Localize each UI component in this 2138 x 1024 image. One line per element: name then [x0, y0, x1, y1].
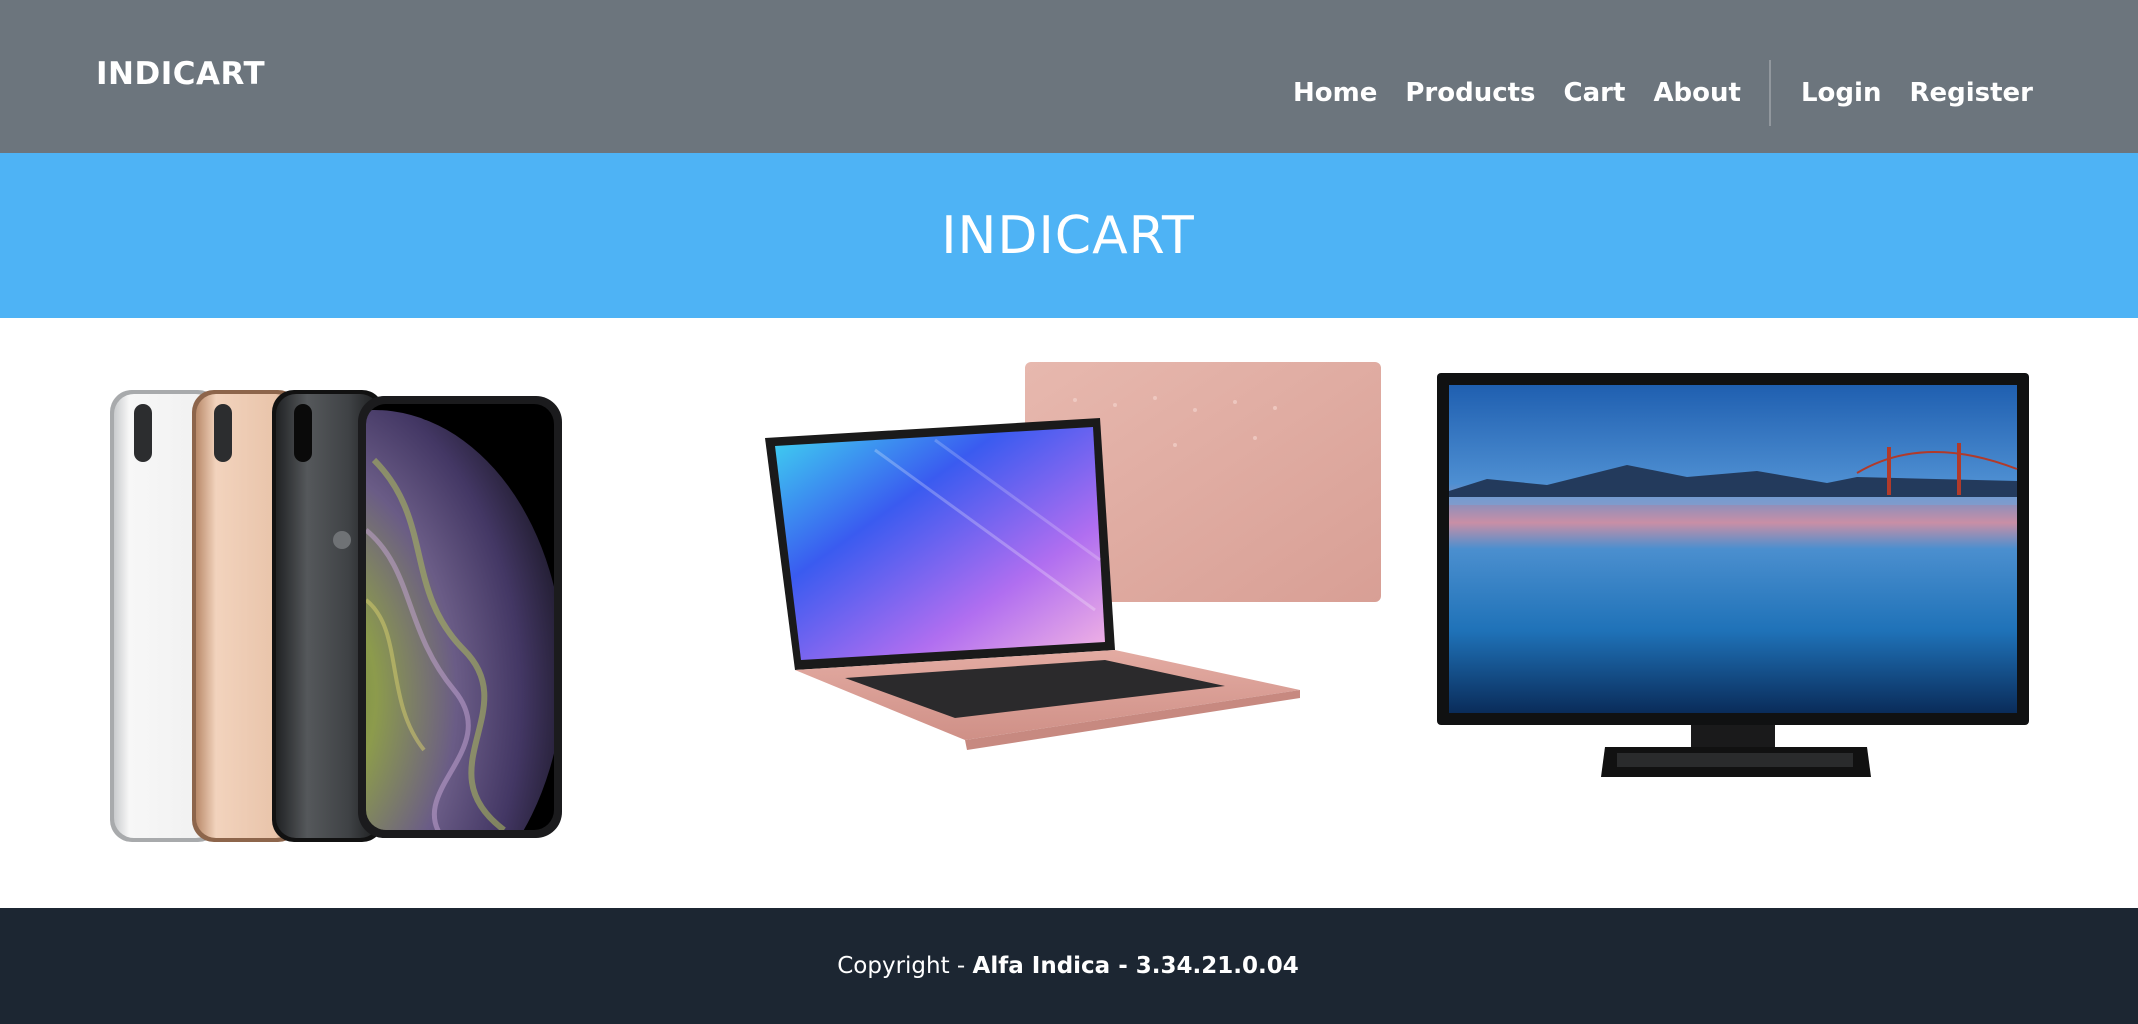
hero-title: INDICART: [941, 205, 1195, 266]
navbar-brand[interactable]: INDICART: [96, 56, 265, 92]
company-name: Alfa Indica: [972, 953, 1111, 979]
version-number: 3.34.21.0.04: [1135, 953, 1299, 979]
smartphone-image[interactable]: [104, 370, 584, 850]
laptop-image[interactable]: [755, 360, 1385, 780]
top-navbar: INDICART Home Products Cart About Login …: [0, 0, 2138, 153]
hero-banner: INDICART: [0, 153, 2138, 318]
nav-divider: [1768, 60, 1771, 126]
nav-link-about[interactable]: About: [1653, 78, 1741, 108]
nav-link-products[interactable]: Products: [1405, 78, 1535, 108]
nav-link-home[interactable]: Home: [1293, 78, 1377, 108]
nav-links: Home Products Cart About Login Register: [1293, 60, 2033, 126]
nav-link-cart[interactable]: Cart: [1564, 78, 1626, 108]
nav-link-register[interactable]: Register: [1909, 78, 2033, 108]
television-image[interactable]: [1427, 373, 2047, 813]
nav-link-login[interactable]: Login: [1801, 78, 1881, 108]
product-showcase: [0, 318, 2138, 908]
footer-separator: -: [1110, 953, 1136, 979]
footer: Copyright - Alfa Indica - 3.34.21.0.04: [0, 908, 2138, 1024]
copyright-label: Copyright -: [837, 953, 973, 979]
footer-copyright: Copyright - Alfa Indica - 3.34.21.0.04: [837, 953, 1299, 979]
